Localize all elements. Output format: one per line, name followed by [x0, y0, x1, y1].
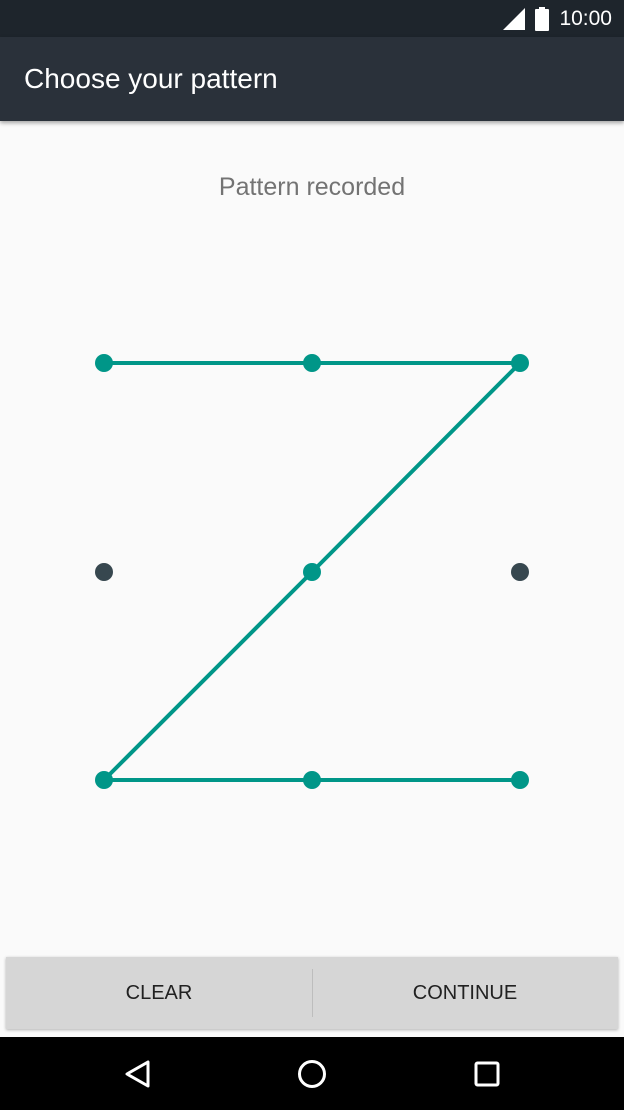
back-icon	[125, 1060, 150, 1087]
continue-button[interactable]: CONTINUE	[312, 957, 618, 1029]
recents-button[interactable]	[447, 1037, 527, 1110]
pattern-dot-4[interactable]	[95, 563, 113, 581]
pattern-dot-1[interactable]	[95, 354, 113, 372]
signal-icon	[503, 7, 526, 30]
clock: 10:00	[559, 7, 612, 30]
clear-button[interactable]: CLEAR	[6, 957, 312, 1029]
back-button[interactable]	[98, 1037, 178, 1110]
status-icons: 10:00	[503, 0, 612, 37]
app-bar: Choose your pattern	[0, 37, 624, 121]
pattern-lock-grid[interactable]	[0, 121, 624, 957]
clear-button-label: CLEAR	[125, 981, 193, 1004]
battery-icon	[535, 6, 550, 31]
pattern-dot-3[interactable]	[511, 354, 529, 372]
pattern-dot-8[interactable]	[303, 771, 321, 789]
pattern-dot-6[interactable]	[511, 563, 529, 581]
pattern-dot-7[interactable]	[95, 771, 113, 789]
pattern-dot-2[interactable]	[303, 354, 321, 372]
continue-button-label: CONTINUE	[412, 981, 518, 1004]
pattern-dot-5[interactable]	[303, 563, 321, 581]
home-button[interactable]	[272, 1037, 352, 1110]
recents-icon	[474, 1061, 500, 1086]
page-title: Choose your pattern	[24, 63, 278, 94]
pattern-dot-9[interactable]	[511, 771, 529, 789]
pattern-content: Pattern recorded	[0, 121, 624, 957]
status-bar: 10:00	[0, 0, 624, 37]
navigation-bar	[0, 1037, 624, 1110]
button-bar: CLEAR CONTINUE	[6, 957, 618, 1029]
home-icon	[298, 1059, 326, 1088]
